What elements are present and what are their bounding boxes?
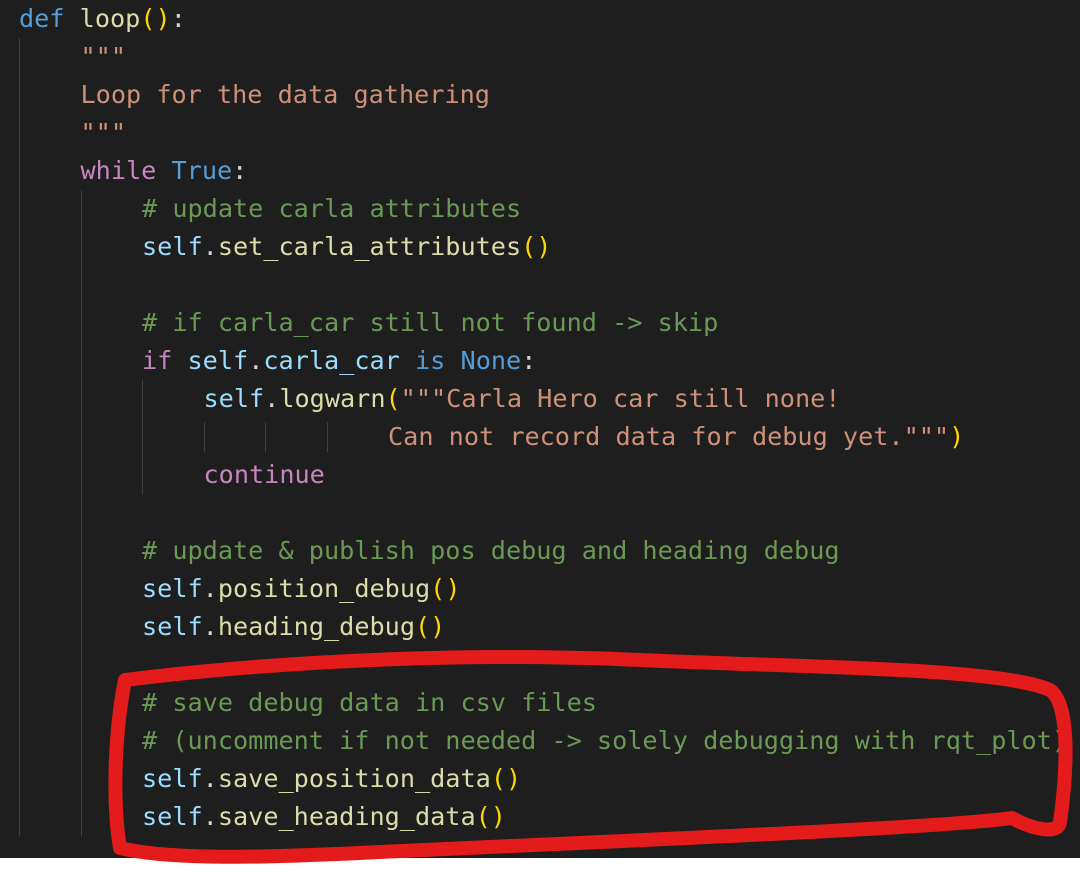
token-kw-blue: def — [19, 4, 65, 33]
token-pl: : — [521, 346, 537, 375]
code-area[interactable]: def loop(): """ Loop for the data gatherin… — [19, 0, 1067, 836]
token-kw-purple: while — [80, 156, 157, 185]
code-line-comment-uncomment[interactable]: # (uncomment if not needed -> solely deb… — [19, 722, 1067, 760]
token-str: """ — [80, 42, 127, 71]
token-pl: . — [202, 802, 218, 831]
code-editor[interactable]: def loop(): """ Loop for the data gatherin… — [0, 0, 1080, 858]
token-kw-purple: continue — [203, 460, 325, 489]
indent-guide-continuation — [265, 422, 266, 452]
token-pl: . — [248, 346, 264, 375]
token-colon: : — [170, 4, 186, 33]
code-line-logwarn-continuation[interactable]: Can not record data for debug yet.""") — [19, 418, 1067, 456]
token-kw-blue: None — [460, 346, 522, 375]
token-var: self — [142, 232, 203, 261]
token-str: Loop for the data gathering — [80, 80, 490, 109]
token-br: ) — [949, 422, 965, 451]
token-str: """ — [80, 118, 127, 147]
code-line-comment-save-csv[interactable]: # save debug data in csv files — [19, 684, 1067, 722]
token-str: """Carla Hero car still none! — [400, 384, 841, 413]
token-fn: heading_debug — [217, 612, 415, 641]
token-fn: position_debug — [217, 574, 431, 603]
token-var: self — [142, 574, 203, 603]
code-line-call-position-debug[interactable]: self.position_debug() — [19, 570, 1067, 608]
token-var: carla_car — [263, 346, 400, 375]
token-br: () — [430, 574, 461, 603]
code-line-call-logwarn[interactable]: self.logwarn("""Carla Hero car still non… — [19, 380, 1067, 418]
token-cmt: # if carla_car still not found -> skip — [142, 308, 719, 337]
indent-guide-level-3 — [142, 380, 143, 494]
code-line-if-carla-car-none[interactable]: if self.carla_car is None: — [19, 342, 1067, 380]
token-br: ( — [385, 384, 401, 413]
token-pl: . — [202, 612, 218, 641]
indent-guide-continuation — [203, 422, 205, 452]
token-br: () — [414, 612, 446, 641]
code-line-blank-2[interactable] — [19, 494, 1067, 532]
token-pl: : — [232, 156, 248, 185]
token-var: self — [142, 802, 203, 831]
token-str: Can not record data for debug yet.""" — [388, 422, 950, 451]
token-fn: save_heading_data — [217, 802, 476, 831]
token-cmt: # update carla attributes — [142, 194, 522, 223]
token-fn: set_carla_attributes — [217, 232, 522, 261]
token-pl: . — [202, 232, 218, 261]
token-var: self — [203, 384, 265, 413]
indent-guide-level-1 — [19, 38, 20, 836]
token-fn: save_position_data — [217, 764, 491, 793]
code-line-continue[interactable]: continue — [19, 456, 1067, 494]
token-br: () — [475, 802, 506, 831]
token-kw-purple: if — [142, 346, 173, 375]
token-kw-blue: is — [415, 346, 446, 375]
token-cmt: # update & publish pos debug and heading… — [142, 536, 840, 565]
code-line-docstring-text[interactable]: Loop for the data gathering — [19, 76, 1067, 114]
indent-guide-level-2 — [80, 190, 82, 836]
indent-guide-continuation — [326, 422, 328, 452]
code-line-call-heading-debug[interactable]: self.heading_debug() — [19, 608, 1067, 646]
code-line-while-true[interactable]: while True: — [19, 152, 1067, 190]
code-line-comment-update-publish[interactable]: # update & publish pos debug and heading… — [19, 532, 1067, 570]
token-br: () — [490, 764, 522, 793]
code-line-call-save-position[interactable]: self.save_position_data() — [19, 760, 1067, 798]
token-fn: logwarn — [279, 384, 386, 413]
token-bracket: () — [140, 4, 171, 33]
token-pl: . — [264, 384, 280, 413]
code-line-docstring-open[interactable]: """ — [19, 38, 1067, 76]
code-line-comment-if-not-found[interactable]: # if carla_car still not found -> skip — [19, 304, 1067, 342]
token-br: () — [521, 232, 552, 261]
token-kw-blue: True — [171, 156, 233, 185]
code-line-call-set-carla[interactable]: self.set_carla_attributes() — [19, 228, 1067, 266]
code-line-docstring-close[interactable]: """ — [19, 114, 1067, 152]
token-var: self — [142, 764, 203, 793]
code-line-blank-3[interactable] — [19, 646, 1067, 684]
token-pl: . — [202, 574, 218, 603]
code-line-comment-update-carla[interactable]: # update carla attributes — [19, 190, 1067, 228]
code-line-call-save-heading[interactable]: self.save_heading_data() — [19, 798, 1067, 836]
token-cmt: # (uncomment if not needed -> solely deb… — [142, 726, 1068, 755]
code-line-def-loop[interactable]: def loop(): — [19, 0, 1067, 38]
token-fn: loop — [79, 4, 141, 33]
code-line-blank-1[interactable] — [19, 266, 1067, 304]
token-pl: . — [202, 764, 218, 793]
token-var: self — [187, 346, 249, 375]
token-var: self — [142, 612, 203, 641]
token-cmt: # save debug data in csv files — [142, 688, 597, 717]
